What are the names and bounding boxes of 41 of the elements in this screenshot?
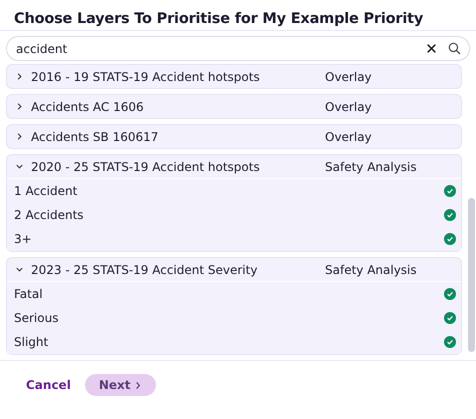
- layer-option[interactable]: Serious: [14, 311, 444, 325]
- check-icon[interactable]: [444, 209, 456, 221]
- layer-name: 2023 - 25 STATS-19 Accident Severity: [31, 262, 258, 276]
- layer-name: Accidents SB 160617: [31, 130, 160, 144]
- cancel-button[interactable]: Cancel: [26, 374, 71, 396]
- chevron-down-icon[interactable]: [15, 162, 24, 171]
- layer-option[interactable]: 3+: [14, 232, 444, 246]
- search-field[interactable]: accident: [6, 36, 470, 61]
- layer-option[interactable]: 2 Accidents: [14, 208, 444, 222]
- next-button[interactable]: Next: [84, 374, 156, 396]
- layer-header[interactable]: 2016 - 19 STATS-19 Accident hotspots Overlay: [7, 65, 461, 88]
- chevron-down-icon[interactable]: [15, 265, 24, 274]
- layer-type: Safety Analysis: [325, 262, 418, 276]
- layer-type: Safety Analysis: [325, 160, 418, 174]
- layer-name: Accidents AC 1606: [31, 100, 145, 114]
- layer-header[interactable]: 2023 - 25 STATS-19 Accident Severity Safety Analysis: [7, 258, 461, 281]
- check-icon[interactable]: [444, 185, 456, 197]
- layer-type: Overlay: [325, 100, 373, 114]
- layer-option[interactable]: Slight: [14, 335, 444, 349]
- chevron-right-icon[interactable]: [15, 132, 24, 141]
- scrollbar-thumb[interactable]: [468, 198, 475, 352]
- layer-type: Overlay: [325, 70, 373, 84]
- layer-name: 2020 - 25 STATS-19 Accident hotspots: [31, 160, 261, 174]
- layer-header[interactable]: Accidents AC 1606 Overlay: [7, 95, 461, 118]
- layer-option[interactable]: 1 Accident: [14, 184, 444, 198]
- layer-option[interactable]: Fatal: [14, 287, 444, 301]
- layer-name: 2016 - 19 STATS-19 Accident hotspots: [31, 70, 261, 84]
- layer-header[interactable]: 2020 - 25 STATS-19 Accident hotspots Safety Analysis: [7, 155, 461, 178]
- dialog-title: Choose Layers To Prioritise for My Example Priority: [13, 10, 424, 29]
- layer-type: Overlay: [325, 130, 373, 144]
- chevron-right-icon: [134, 380, 142, 390]
- check-icon[interactable]: [444, 336, 456, 348]
- check-icon[interactable]: [444, 312, 456, 324]
- search-icon[interactable]: [448, 42, 461, 55]
- chevron-right-icon[interactable]: [15, 72, 24, 81]
- chevron-right-icon[interactable]: [15, 102, 24, 111]
- clear-icon[interactable]: [425, 42, 438, 55]
- check-icon[interactable]: [444, 233, 456, 245]
- check-icon[interactable]: [444, 288, 456, 300]
- search-input[interactable]: accident: [16, 42, 415, 56]
- layer-header[interactable]: Accidents SB 160617 Overlay: [7, 125, 461, 148]
